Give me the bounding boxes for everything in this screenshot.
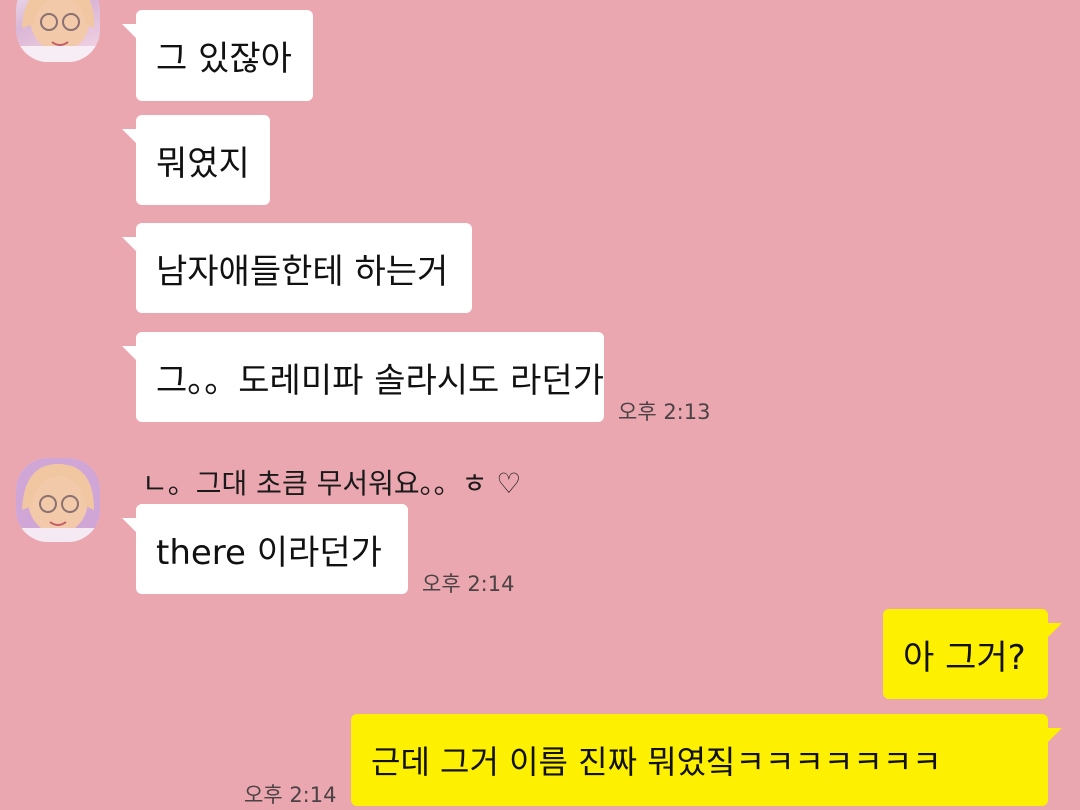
message-text: 그 있잖아	[156, 39, 292, 79]
message-timestamp: 오후 2:13	[618, 400, 711, 424]
message-bubble[interactable]: 아 그거?	[883, 609, 1062, 699]
message-text: 뭐였지	[156, 143, 250, 184]
message-text: 그。。도레미파 솔라시도 라던가	[156, 360, 604, 401]
message-bubble[interactable]: 남자애들한테 하는거	[122, 223, 472, 313]
sender-name: ㄴ。그대 초큼 무서워요。。ㅎ ♡	[142, 467, 522, 500]
chat-area[interactable]: 그 있잖아 뭐였지 남자애들한테 하는거 그。。도레미파 솔라시도 라던가 오후…	[0, 0, 1080, 810]
message-bubble[interactable]: there 이라던가	[122, 504, 408, 594]
message-text: there 이라던가	[156, 532, 382, 573]
message-text: 근데 그거 이름 진짜 뭐였짘ㅋㅋㅋㅋㅋㅋㅋ	[371, 743, 942, 781]
message-bubble[interactable]: 그 있잖아	[122, 10, 313, 101]
message-bubble[interactable]: 근데 그거 이름 진짜 뭐였짘ㅋㅋㅋㅋㅋㅋㅋ	[351, 714, 1062, 806]
message-timestamp: 오후 2:14	[422, 572, 515, 596]
message-bubble[interactable]: 그。。도레미파 솔라시도 라던가	[122, 332, 604, 422]
sender-avatar[interactable]	[16, 458, 100, 542]
message-text: 남자애들한테 하는거	[156, 251, 449, 292]
message-bubble[interactable]: 뭐였지	[122, 115, 270, 205]
message-timestamp: 오후 2:14	[244, 783, 337, 807]
message-text: 아 그거?	[903, 637, 1026, 678]
sender-avatar[interactable]	[16, 0, 100, 62]
